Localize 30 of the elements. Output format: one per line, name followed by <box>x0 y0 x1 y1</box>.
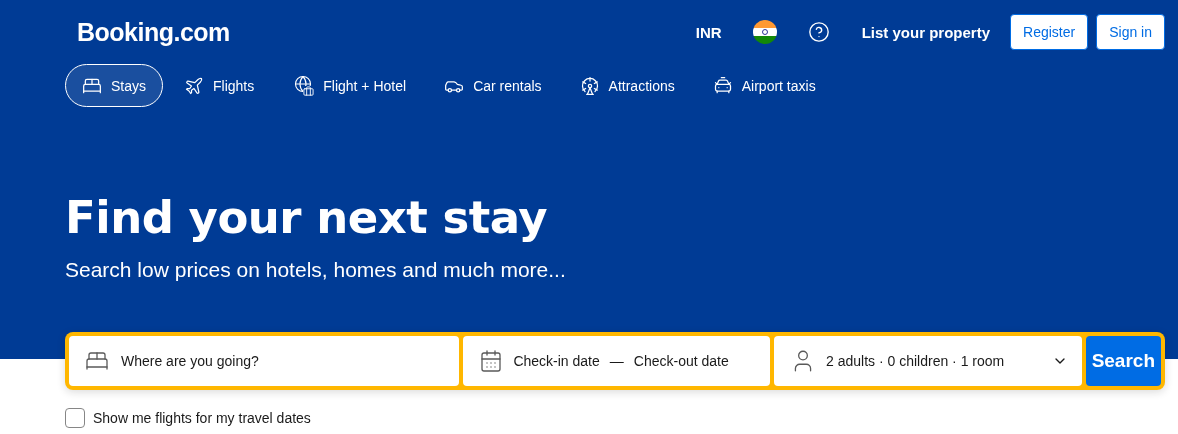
hero-title: Find your next stay <box>65 191 549 244</box>
ferris-wheel-icon <box>579 75 600 96</box>
dates-field[interactable]: Check-in date — Check-out date <box>463 336 771 386</box>
nav-tab[interactable]: Attractions <box>562 64 692 107</box>
nav-tab[interactable]: Flight + Hotel <box>275 64 424 107</box>
nav-tab[interactable]: Car rentals <box>427 64 559 107</box>
check-in-date: Check-in date <box>513 353 600 369</box>
hero-subtitle: Search low prices on hotels, homes and much more... <box>65 258 567 282</box>
date-separator: — <box>609 353 624 369</box>
nav-tab[interactable]: Stays <box>65 64 163 107</box>
sign-in-button[interactable]: Sign in <box>1096 14 1165 50</box>
logo[interactable]: Booking.com <box>77 17 230 47</box>
calendar-icon <box>479 349 504 373</box>
register-button[interactable]: Register <box>1010 14 1089 50</box>
guests-field[interactable]: 2 adults · 0 children · 1 room <box>774 336 1082 386</box>
nav-tab[interactable]: Flights <box>167 64 272 107</box>
nav-tab[interactable]: Airport taxis <box>695 64 833 107</box>
flag-icon[interactable] <box>752 20 777 44</box>
list-property-link[interactable]: List your property <box>849 23 1003 41</box>
globe-suitcase-icon <box>292 74 315 97</box>
plane-icon <box>184 75 204 96</box>
checkbox-label: Show me flights for my travel dates <box>93 410 311 426</box>
taxi-icon <box>712 75 733 96</box>
help-icon[interactable] <box>807 21 830 43</box>
currency-selector[interactable]: INR <box>683 23 734 41</box>
guests-value: 2 adults · 0 children · 1 room <box>826 353 1006 369</box>
check-out-date: Check-out date <box>633 353 729 369</box>
flights-checkbox[interactable] <box>65 408 85 428</box>
search-button[interactable]: Search <box>1085 336 1161 386</box>
destination-field[interactable]: Where are you going? <box>69 336 460 386</box>
